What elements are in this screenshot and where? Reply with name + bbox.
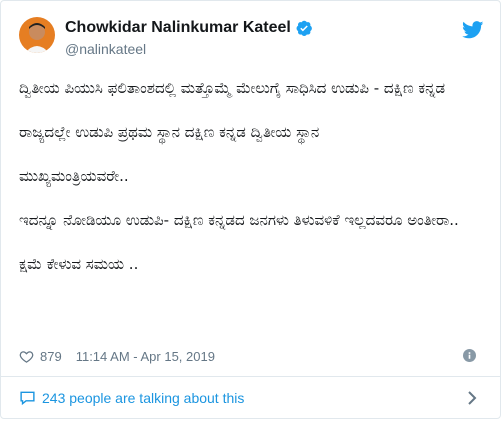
chevron-right-icon[interactable] [466, 391, 478, 405]
tweet-card: Chowkidar Nalinkumar Kateel @nalinkateel… [0, 0, 501, 419]
tweet-paragraph: ದ್ವಿತೀಯ ಪಿಯುಸಿ ಫಲಿತಾಂಶದಲ್ಲಿ ಮತ್ತೊಮ್ಮೆ ಮೇ… [19, 79, 446, 97]
conversation-link[interactable]: 243 people are talking about this [19, 387, 482, 409]
speech-bubble-icon [19, 390, 36, 406]
tweet-header: Chowkidar Nalinkumar Kateel @nalinkateel [19, 17, 484, 65]
like-count[interactable]: 879 [40, 349, 62, 364]
tweet-paragraph: ಇದನ್ನೂ ನೋಡಿಯೂ ಉಡುಪಿ- ದಕ್ಷಿಣ ಕನ್ನಡದ ಜನಗಳು… [19, 211, 459, 229]
avatar[interactable] [19, 17, 55, 53]
author-name-row: Chowkidar Nalinkumar Kateel [65, 19, 313, 37]
heart-icon[interactable] [19, 349, 34, 364]
tweet-paragraph: ಮುಖ್ಯಮಂತ್ರಿಯವರೇ.. [19, 167, 129, 185]
tweet-text: ದ್ವಿತೀಯ ಪಿಯುಸಿ ಫಲಿತಾಂಶದಲ್ಲಿ ಮತ್ತೊಮ್ಮೆ ಮೇ… [19, 77, 479, 297]
twitter-bird-icon[interactable] [462, 21, 484, 39]
tweet-meta: 879 11:14 AM - Apr 15, 2019 [19, 346, 482, 366]
divider [1, 376, 500, 377]
tweet-paragraph: ರಾಜ್ಯದಲ್ಲೇ ಉಡುಪಿ ಪ್ರಥಮ ಸ್ಥಾನ ದಕ್ಷಿಣ ಕನ್ನ… [19, 123, 320, 141]
conversation-count-text[interactable]: 243 people are talking about this [42, 390, 244, 406]
author-handle[interactable]: @nalinkateel [65, 41, 146, 57]
info-icon[interactable] [463, 349, 476, 362]
author-name[interactable]: Chowkidar Nalinkumar Kateel [65, 19, 291, 37]
tweet-paragraph: ಕ್ಷಮೆ ಕೇಳುವ ಸಮಯ .. [19, 255, 139, 273]
tweet-timestamp[interactable]: 11:14 AM - Apr 15, 2019 [76, 349, 215, 364]
verified-badge-icon [295, 19, 313, 37]
